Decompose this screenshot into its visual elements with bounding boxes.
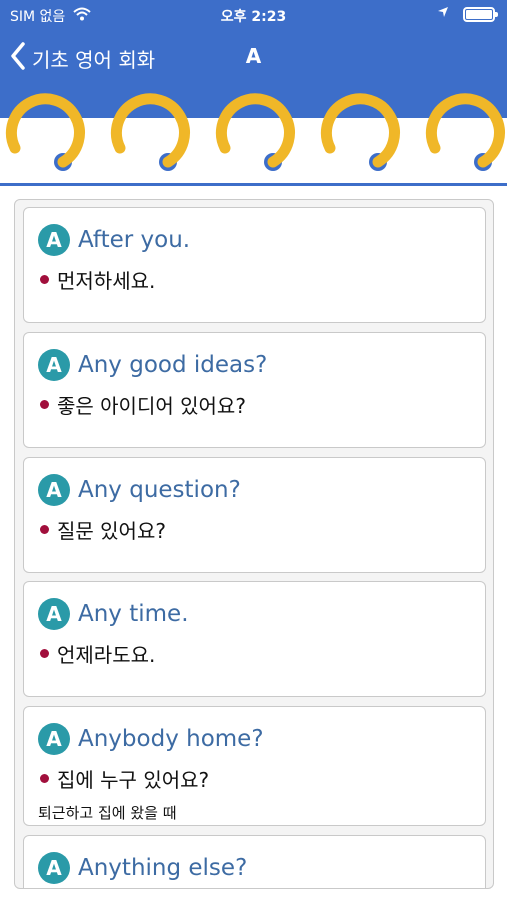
letter-badge-icon: A [38, 474, 70, 506]
note-text: 퇴근하고 집에 왔을 때 [38, 804, 177, 822]
bullet-icon [40, 525, 49, 534]
notebook-header-decoration [0, 86, 507, 186]
phrase-text: Anything else? [78, 855, 248, 881]
bullet-icon [40, 400, 49, 409]
list-item[interactable]: A After you. 먼저하세요. [23, 207, 486, 323]
phrase-text: Any time. [78, 601, 189, 627]
status-bar: SIM 없음 오후 2:23 [0, 0, 507, 30]
bullet-icon [40, 649, 49, 658]
binder-ring-icon [425, 93, 505, 168]
meaning-text: 집에 누구 있어요? [57, 768, 210, 792]
location-arrow-icon [437, 6, 449, 22]
letter-badge-icon: A [38, 224, 70, 256]
list-item[interactable]: A Any time. 언제라도요. [23, 581, 486, 697]
page-title: A [245, 44, 262, 68]
phrase-text: Any question? [78, 477, 241, 503]
letter-badge-icon: A [38, 598, 70, 630]
phrase-text: Any good ideas? [78, 352, 268, 378]
phrase-list[interactable]: A After you. 먼저하세요. A Any good ideas? 좋은… [14, 199, 494, 889]
binder-ring-icon [320, 93, 400, 168]
list-item[interactable]: A Anything else? [23, 835, 486, 888]
list-item[interactable]: A Anybody home? 집에 누구 있어요? 퇴근하고 집에 왔을 때 [23, 706, 486, 826]
bullet-icon [40, 275, 49, 284]
letter-badge-icon: A [38, 852, 70, 884]
status-right [437, 6, 498, 22]
letter-badge-icon: A [38, 349, 70, 381]
binder-ring-icon [5, 93, 85, 168]
bullet-icon [40, 774, 49, 783]
binder-ring-icon [215, 93, 295, 168]
status-time: 오후 2:23 [220, 9, 287, 25]
meaning-text: 질문 있어요? [57, 519, 166, 543]
phrase-text: After you. [78, 227, 191, 253]
meaning-text: 먼저하세요. [57, 269, 156, 293]
binder-ring-icon [110, 93, 190, 168]
meaning-text: 언제라도요. [57, 643, 156, 667]
letter-badge-icon: A [38, 723, 70, 755]
list-item[interactable]: A Any good ideas? 좋은 아이디어 있어요? [23, 332, 486, 448]
navigation-bar: 기초 영어 회화 A [0, 30, 507, 86]
list-item[interactable]: A Any question? 질문 있어요? [23, 457, 486, 573]
phrase-text: Anybody home? [78, 726, 264, 752]
binder-rings-icon [5, 93, 505, 171]
meaning-text: 좋은 아이디어 있어요? [57, 394, 246, 418]
battery-icon [463, 6, 498, 22]
